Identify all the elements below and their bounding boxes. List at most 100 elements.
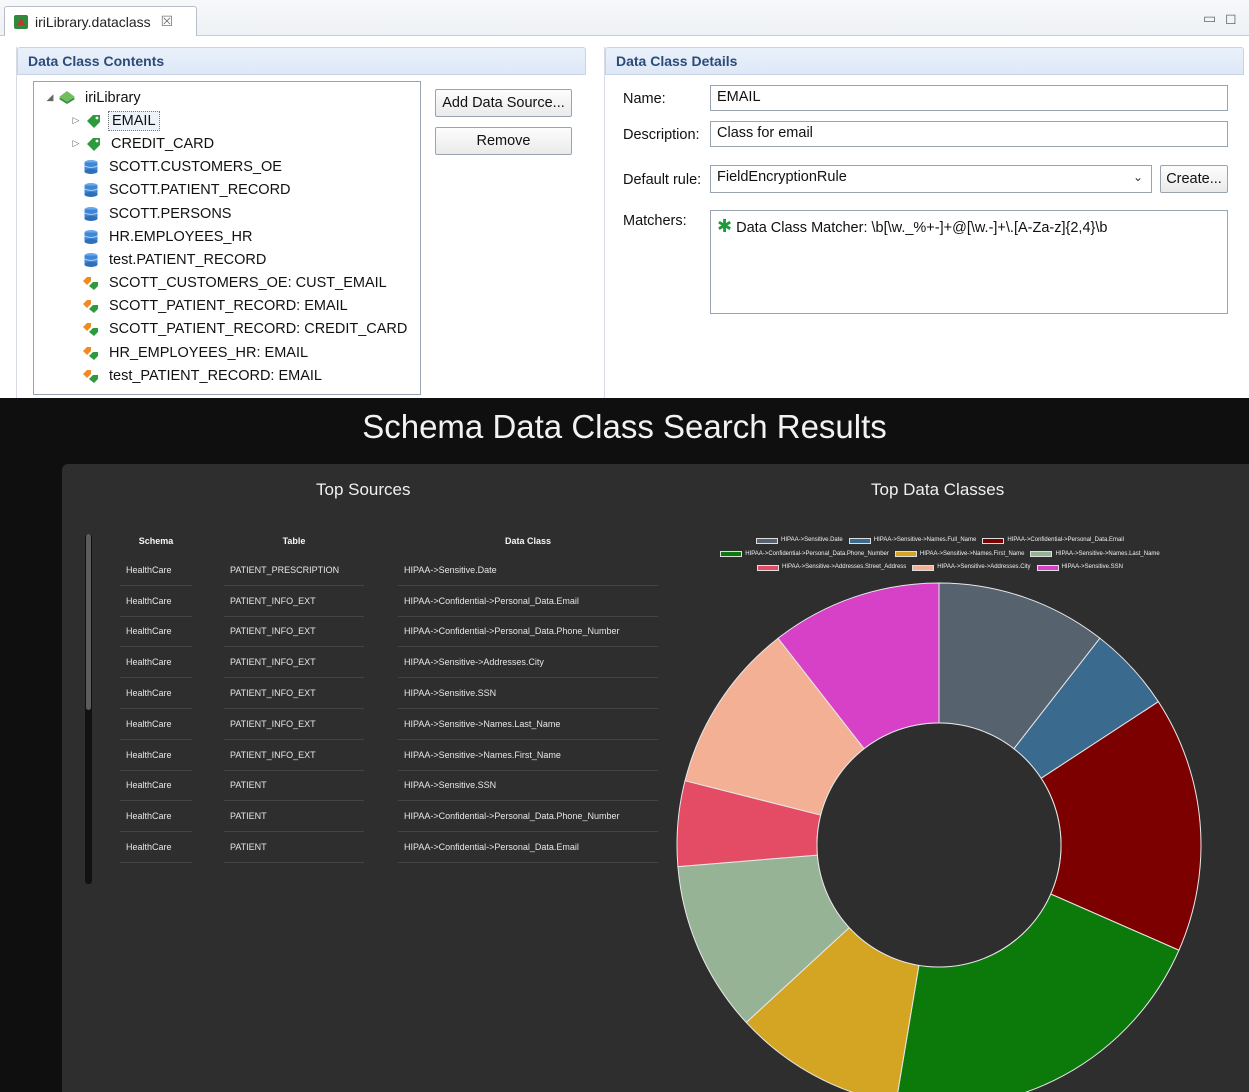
data-class-cell: HIPAA->Sensitive.Date: [398, 555, 658, 586]
table-row[interactable]: HealthCare PATIENT_INFO_EXT HIPAA->Confide…: [120, 586, 658, 617]
table-row[interactable]: HealthCare PATIENT_INFO_EXT HIPAA->Sensiti…: [120, 647, 658, 679]
schema-cell: HealthCare: [120, 586, 192, 617]
expanded-twisty-icon[interactable]: ◢: [44, 92, 56, 103]
matchers-list[interactable]: ✱ Data Class Matcher: \b[\w._%+-]+@[\w.-…: [710, 210, 1228, 314]
column-header-table[interactable]: Table: [224, 527, 364, 555]
database-icon: [82, 229, 100, 245]
tree-item[interactable]: SCOTT.PERSONS: [34, 202, 420, 225]
default-rule-label: Default rule:: [623, 172, 702, 188]
editor-tab[interactable]: iriLibrary.dataclass ☒: [4, 6, 197, 36]
legend-swatch: [894, 551, 917, 557]
tree-item[interactable]: SCOTT.PATIENT_RECORD: [34, 179, 420, 202]
legend-item[interactable]: HIPAA->Confidential->Personal_Data.Phone…: [720, 549, 889, 560]
table-row[interactable]: HealthCare PATIENT_PRESCRIPTION HIPAA->Sen…: [120, 555, 658, 586]
legend-label: HIPAA->Sensitive.Date: [781, 537, 843, 543]
top-sources-title: Top Sources: [316, 480, 411, 499]
tree-item[interactable]: SCOTT_CUSTOMERS_OE: CUST_EMAIL: [34, 272, 420, 295]
column-header-data-class[interactable]: Data Class: [398, 527, 658, 555]
donut-hole: [816, 722, 1062, 968]
details-header: Data Class Details: [605, 47, 1244, 75]
legend-item[interactable]: HIPAA->Sensitive->Names.First_Name: [894, 549, 1025, 560]
matcher-icon: ✱: [717, 216, 733, 236]
tree-item-label: test_PATIENT_RECORD: EMAIL: [109, 367, 322, 384]
legend-swatch: [982, 537, 1005, 544]
create-rule-button[interactable]: Create...: [1160, 165, 1228, 193]
column-header-schema[interactable]: Schema: [120, 527, 192, 555]
library-icon: [58, 90, 76, 106]
collapsed-twisty-icon[interactable]: ▷: [70, 138, 82, 149]
tree-item[interactable]: HR.EMPLOYEES_HR: [34, 225, 420, 248]
tree-item[interactable]: HR_EMPLOYEES_HR: EMAIL: [34, 341, 420, 364]
tag-link-icon: [82, 345, 100, 361]
default-rule-value: FieldEncryptionRule: [717, 169, 847, 185]
tree-item[interactable]: SCOTT.CUSTOMERS_OE: [34, 156, 420, 179]
chevron-down-icon: ⌄: [1132, 170, 1143, 184]
table-scrollbar-thumb[interactable]: [86, 534, 91, 710]
data-class-contents-section: Data Class Contents ◢ iriLibrary ▷ EMAIL ▷ CR…: [16, 47, 586, 399]
data-class-cell: HIPAA->Sensitive.SSN: [398, 678, 658, 709]
database-icon: [82, 182, 100, 198]
legend-label: HIPAA->Confidential->Personal_Data.Phone…: [745, 550, 889, 557]
table-cell: PATIENT_INFO_EXT: [224, 709, 364, 740]
schema-cell: HealthCare: [120, 801, 192, 833]
table-row[interactable]: HealthCare PATIENT HIPAA->Confidential->Pe…: [120, 832, 658, 863]
default-rule-select[interactable]: FieldEncryptionRule ⌄: [710, 165, 1152, 193]
table-cell: PATIENT_INFO_EXT: [224, 678, 364, 709]
editor-tab-bar: iriLibrary.dataclass ☒ ▭ ◻: [0, 0, 1249, 36]
table-row[interactable]: HealthCare PATIENT_INFO_EXT HIPAA->Sensiti…: [120, 678, 658, 709]
tag-icon: [84, 113, 102, 129]
data-class-cell: HIPAA->Confidential->Personal_Data.Phone…: [398, 617, 658, 648]
close-tab-icon[interactable]: ☒: [161, 13, 174, 30]
table-row[interactable]: HealthCare PATIENT_INFO_EXT HIPAA->Sensiti…: [120, 740, 658, 771]
legend-swatch: [848, 537, 871, 544]
collapsed-twisty-icon[interactable]: ▷: [70, 115, 82, 126]
table-row[interactable]: HealthCare PATIENT_INFO_EXT HIPAA->Sensiti…: [120, 709, 658, 740]
table-row[interactable]: HealthCare PATIENT_INFO_EXT HIPAA->Confide…: [120, 617, 658, 648]
tree-item[interactable]: ▷ EMAIL: [34, 109, 420, 132]
data-class-cell: HIPAA->Sensitive->Addresses.City: [398, 647, 658, 679]
tag-link-icon: [82, 368, 100, 384]
database-icon: [82, 159, 100, 175]
tag-link-icon: [82, 298, 100, 314]
tree-item-label: SCOTT.CUSTOMERS_OE: [109, 159, 282, 176]
legend-item[interactable]: HIPAA->Sensitive->Names.Full_Name: [848, 535, 976, 546]
tree-item[interactable]: SCOTT_PATIENT_RECORD: EMAIL: [34, 295, 420, 318]
tree-item-label: SCOTT.PATIENT_RECORD: [109, 182, 291, 199]
minimize-icon[interactable]: ▭: [1203, 10, 1216, 27]
table-cell: PATIENT: [224, 832, 364, 863]
tree-item[interactable]: test.PATIENT_RECORD: [34, 248, 420, 271]
schema-cell: HealthCare: [120, 617, 192, 648]
tree-item[interactable]: ▷ CREDIT_CARD: [34, 132, 420, 155]
data-class-cell: HIPAA->Confidential->Personal_Data.Phone…: [398, 801, 658, 833]
table-row[interactable]: HealthCare PATIENT HIPAA->Sensitive.SSN: [120, 771, 658, 802]
schema-cell: HealthCare: [120, 647, 192, 679]
dataclass-editor: iriLibrary.dataclass ☒ ▭ ◻ Data Class Co…: [0, 0, 1249, 399]
remove-button[interactable]: Remove: [435, 127, 572, 155]
legend-item[interactable]: HIPAA->Confidential->Personal_Data.Email: [982, 535, 1124, 546]
schema-cell: HealthCare: [120, 555, 192, 586]
legend-swatch: [720, 551, 743, 557]
top-sources-table: Schema Table Data Class HealthCare PATIEN…: [120, 527, 658, 863]
legend-item[interactable]: HIPAA->Sensitive->Addresses.Street_Addre…: [757, 562, 906, 573]
tree-item[interactable]: test_PATIENT_RECORD: EMAIL: [34, 364, 420, 387]
legend-item[interactable]: HIPAA->Sensitive.Date: [756, 535, 843, 546]
legend-item[interactable]: HIPAA->Sensitive->Addresses.City: [912, 562, 1031, 573]
name-field[interactable]: EMAIL: [710, 85, 1228, 111]
tag-link-icon: [82, 321, 100, 337]
tree-item-label: SCOTT.PERSONS: [109, 205, 232, 222]
data-class-tree[interactable]: ◢ iriLibrary ▷ EMAIL ▷ CREDIT_CARD SCOTT.CUSTO…: [33, 81, 421, 395]
data-class-cell: HIPAA->Sensitive->Names.Last_Name: [398, 709, 658, 740]
legend-label: HIPAA->Sensitive->Names.First_Name: [919, 550, 1025, 557]
matchers-label: Matchers:: [623, 213, 687, 229]
tree-item[interactable]: SCOTT_PATIENT_RECORD: CREDIT_CARD: [34, 318, 420, 341]
legend-item[interactable]: HIPAA->Sensitive.SSN: [1036, 562, 1123, 573]
matcher-item[interactable]: Data Class Matcher: \b[\w._%+-]+@[\w.-]+…: [736, 220, 1107, 236]
tree-item[interactable]: ◢ iriLibrary: [34, 86, 420, 109]
table-row[interactable]: HealthCare PATIENT HIPAA->Confidential->Pe…: [120, 801, 658, 833]
tree-item-label: HR_EMPLOYEES_HR: EMAIL: [109, 344, 309, 361]
add-data-source-button[interactable]: Add Data Source...: [435, 89, 572, 117]
dataclass-file-icon: [13, 14, 29, 30]
maximize-icon[interactable]: ◻: [1225, 10, 1237, 27]
legend-item[interactable]: HIPAA->Sensitive->Names.Last_Name: [1030, 549, 1160, 560]
description-field[interactable]: Class for email: [710, 121, 1228, 147]
